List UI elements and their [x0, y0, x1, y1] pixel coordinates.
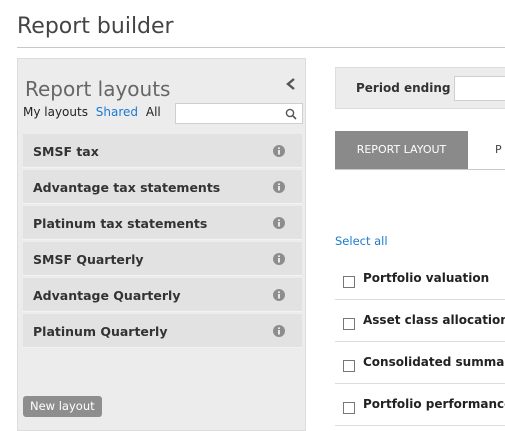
filter-my-layouts[interactable]: My layouts: [23, 105, 88, 119]
layout-item-label: Platinum Quarterly: [33, 324, 168, 339]
layout-item-label: Advantage tax statements: [33, 180, 221, 195]
section-checkbox[interactable]: [343, 402, 355, 414]
list-item[interactable]: Portfolio valuation: [335, 258, 505, 300]
info-icon[interactable]: [273, 181, 285, 193]
filter-shared[interactable]: Shared: [96, 105, 138, 119]
period-ending-bar: Period ending: [335, 67, 505, 109]
layout-filter-row: My layouts Shared All: [23, 105, 165, 119]
chevron-left-icon[interactable]: [285, 77, 297, 91]
report-section-list: Portfolio valuation Asset class allocati…: [335, 258, 505, 426]
layout-item[interactable]: Platinum Quarterly: [23, 314, 302, 348]
info-icon[interactable]: [273, 217, 285, 229]
section-label: Asset class allocation: [363, 313, 505, 327]
list-item[interactable]: Asset class allocation: [335, 300, 505, 342]
section-label: Portfolio valuation: [363, 271, 490, 285]
title-divider: [17, 47, 505, 48]
layout-item-label: SMSF tax: [33, 144, 99, 159]
layout-list: SMSF tax Advantage tax statements Platin…: [23, 134, 302, 350]
layout-search-input[interactable]: [175, 103, 303, 124]
section-label: Consolidated summar: [363, 355, 505, 369]
layout-item-label: Advantage Quarterly: [33, 288, 181, 303]
layout-item-label: SMSF Quarterly: [33, 252, 144, 267]
list-item[interactable]: Portfolio performance: [335, 384, 505, 426]
tab-divider: [335, 169, 505, 170]
layout-item[interactable]: Advantage Quarterly: [23, 278, 302, 312]
period-ending-input[interactable]: [454, 76, 505, 101]
info-icon[interactable]: [273, 145, 285, 157]
layout-item[interactable]: SMSF tax: [23, 134, 302, 168]
page-title: Report builder: [17, 14, 174, 39]
layout-item[interactable]: SMSF Quarterly: [23, 242, 302, 276]
filter-all[interactable]: All: [146, 105, 161, 119]
section-checkbox[interactable]: [343, 318, 355, 330]
section-checkbox[interactable]: [343, 276, 355, 288]
section-label: Portfolio performance: [363, 397, 505, 411]
report-layouts-panel: Report layouts My layouts Shared All SMS…: [17, 58, 306, 431]
period-ending-label: Period ending: [356, 81, 451, 95]
layout-item[interactable]: Advantage tax statements: [23, 170, 302, 204]
info-icon[interactable]: [273, 289, 285, 301]
list-item[interactable]: Consolidated summar: [335, 342, 505, 384]
info-icon[interactable]: [273, 325, 285, 337]
report-layouts-title: Report layouts: [25, 77, 171, 101]
search-icon[interactable]: [285, 108, 297, 120]
info-icon[interactable]: [273, 253, 285, 265]
layout-item[interactable]: Platinum tax statements: [23, 206, 302, 240]
tab-second[interactable]: P: [495, 131, 502, 169]
tab-report-layout[interactable]: REPORT LAYOUT: [335, 131, 468, 169]
section-checkbox[interactable]: [343, 360, 355, 372]
layout-item-label: Platinum tax statements: [33, 216, 208, 231]
select-all-link[interactable]: Select all: [335, 234, 388, 248]
new-layout-button[interactable]: New layout: [23, 396, 102, 417]
